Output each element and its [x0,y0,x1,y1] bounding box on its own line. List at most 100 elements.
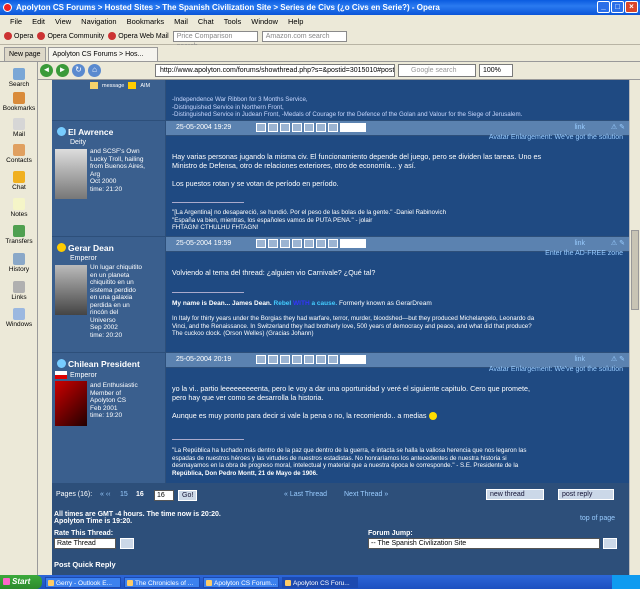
bookmark-community[interactable]: Opera Community [37,32,104,40]
home-icon[interactable]: ⌂ [88,64,101,77]
sig-link[interactable]: Avatar Enlargement: We've got the soluti… [489,366,623,373]
taskbar-item-apolyton-2[interactable]: Apolyton CS Foru... [282,576,358,588]
jump-go-button[interactable] [603,538,617,549]
quote-icon[interactable] [340,355,366,364]
zoom-select[interactable]: 100% [479,64,513,77]
forum-jump-select[interactable]: -- The Spanish Civilization Site [368,538,600,549]
post-link[interactable]: link [574,121,585,135]
menu-edit[interactable]: Edit [32,15,45,28]
quote-icon[interactable] [340,239,366,248]
panel-search[interactable]: Search [0,68,38,88]
panel-mail[interactable]: Mail [0,118,38,138]
go-button[interactable]: Go! [178,490,198,501]
page-select[interactable]: 16 [154,490,174,501]
minimize-button[interactable]: _ [597,1,610,13]
rate-select[interactable]: Rate Thread [54,538,116,549]
panel-chat[interactable]: Chat [0,171,38,191]
panel-history[interactable]: History [0,253,38,273]
menu-navigation[interactable]: Navigation [81,15,116,28]
pm-icon[interactable] [268,355,278,364]
back-icon[interactable]: ◄ [40,64,53,77]
bookmark-webmail[interactable]: Opera Web Mail [108,32,169,40]
buddy-icon[interactable] [316,123,326,132]
search-icon[interactable] [304,355,314,364]
menu-chat[interactable]: Chat [198,15,214,28]
pm-icon[interactable] [268,239,278,248]
post-body: Avatar Enlargement: We've got the soluti… [166,134,629,236]
search-icon[interactable] [304,123,314,132]
menu-mail[interactable]: Mail [174,15,188,28]
price-search-input[interactable]: Price Comparison search [172,30,258,50]
taskbar-item-chronicles[interactable]: The Chronicles of ... [124,576,200,588]
page-15-link[interactable]: 15 [120,491,128,498]
amazon-search-input[interactable]: Amazon.com search [261,30,347,42]
next-thread-link[interactable]: Next Thread » [344,491,388,498]
taskbar-item-apolyton-1[interactable]: Apolyton CS Forum... [203,576,279,588]
sig-link[interactable]: Avatar Enlargement: We've got the soluti… [489,134,623,141]
taskbar-item-outlook[interactable]: Gerry - Outlook E... [45,576,121,588]
online-icon [57,243,66,252]
edit-icon[interactable] [328,123,338,132]
report-icon[interactable]: ⚠ ✎ [611,237,625,251]
email-icon[interactable] [280,239,290,248]
menu-help[interactable]: Help [288,15,303,28]
profile-icon[interactable] [256,355,266,364]
reload-icon[interactable]: ↻ [72,64,85,77]
google-search-input[interactable]: Google search [398,64,476,77]
panel-links[interactable]: Links [0,281,38,301]
bookmark-opera[interactable]: Opera [4,32,33,40]
menu-file[interactable]: File [10,15,22,28]
first-page-link[interactable]: « ‹‹ [100,491,111,498]
top-of-page-link[interactable]: top of page [580,515,615,522]
vertical-scrollbar[interactable] [629,80,640,575]
forward-icon[interactable]: ► [56,64,69,77]
prev-signature: -Independence War Ribbon for 3 Months Se… [172,96,523,118]
report-icon[interactable]: ⚠ ✎ [611,353,625,367]
home-icon[interactable] [292,355,302,364]
buddy-icon[interactable] [316,355,326,364]
username[interactable]: Gerar Dean [68,243,114,253]
edit-icon[interactable] [328,355,338,364]
panel-notes[interactable]: Notes [0,198,38,218]
sig-link[interactable]: Enter the AD-FREE zone [545,250,623,257]
email-icon[interactable] [280,123,290,132]
pm-icon[interactable] [268,123,278,132]
quote-icon[interactable] [340,123,366,132]
start-button[interactable]: Start [0,575,42,589]
search-icon[interactable] [304,239,314,248]
username[interactable]: El Awrence [68,127,113,137]
url-field[interactable]: http://www.apolyton.com/forums/showthrea… [155,64,395,77]
email-icon[interactable] [280,355,290,364]
panel-transfers[interactable]: Transfers [0,225,38,245]
panel-windows[interactable]: Windows [0,308,38,328]
panel-bookmarks[interactable]: Bookmarks [0,92,38,112]
menu-bookmarks[interactable]: Bookmarks [127,15,165,28]
maximize-button[interactable]: □ [611,1,624,13]
report-icon[interactable]: ⚠ ✎ [611,121,625,135]
post-user-cell: Chilean President Emperor and Enthusiast… [52,353,165,483]
edit-icon[interactable] [328,239,338,248]
home-icon[interactable] [292,239,302,248]
new-page-tab[interactable]: New page [4,47,46,61]
tab-apolyton[interactable]: Apolyton CS Forums > Hos... [47,47,158,61]
home-icon[interactable] [292,123,302,132]
post-link[interactable]: link [574,237,585,251]
username[interactable]: Chilean President [68,359,140,369]
profile-icon[interactable] [256,239,266,248]
menu-tools[interactable]: Tools [224,15,242,28]
post-body: Avatar Enlargement: We've got the soluti… [166,366,629,483]
buddy-icon[interactable] [316,239,326,248]
post-link[interactable]: link [574,353,585,367]
profile-icon[interactable] [256,123,266,132]
prev-post-cell: -Independence War Ribbon for 3 Months Se… [166,80,629,120]
panel-contacts[interactable]: Contacts [0,144,38,164]
menu-window[interactable]: Window [251,15,278,28]
post-reply-button[interactable]: post reply [558,489,614,500]
new-thread-button[interactable]: new thread [486,489,544,500]
rate-go-button[interactable] [120,538,134,549]
scroll-thumb[interactable] [631,230,639,310]
close-button[interactable]: × [625,1,638,13]
signature-divider [172,202,244,203]
last-thread-link[interactable]: « Last Thread [284,491,327,498]
menu-view[interactable]: View [55,15,71,28]
